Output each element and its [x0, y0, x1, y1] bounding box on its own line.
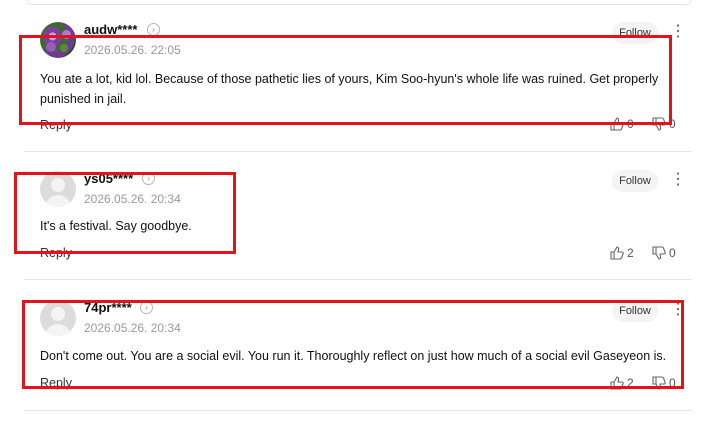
dislike-count: 0 — [669, 246, 676, 260]
like-button[interactable]: 2 — [610, 246, 634, 260]
like-count: 2 — [627, 246, 634, 260]
dislike-button[interactable]: 0 — [652, 246, 676, 260]
highlight-box — [22, 300, 684, 389]
thumbs-down-icon — [652, 246, 666, 260]
comment-divider — [24, 410, 692, 411]
more-vertical-icon[interactable]: ⋮ — [670, 172, 686, 188]
comment-divider — [24, 279, 692, 280]
comment-divider — [24, 151, 692, 152]
thumbs-up-icon — [610, 246, 624, 260]
follow-button[interactable]: Follow — [612, 170, 658, 192]
highlight-box — [14, 172, 236, 254]
highlight-box — [19, 35, 672, 125]
previous-section-edge — [27, 0, 691, 5]
